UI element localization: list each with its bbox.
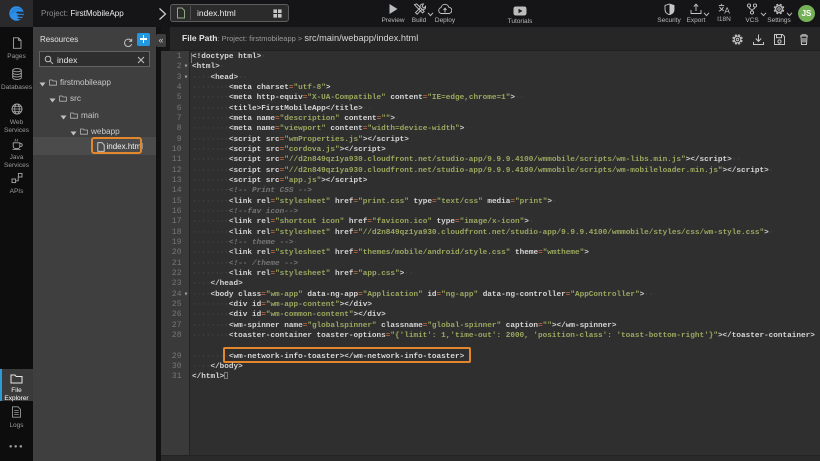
svg-text:A: A: [724, 6, 730, 14]
